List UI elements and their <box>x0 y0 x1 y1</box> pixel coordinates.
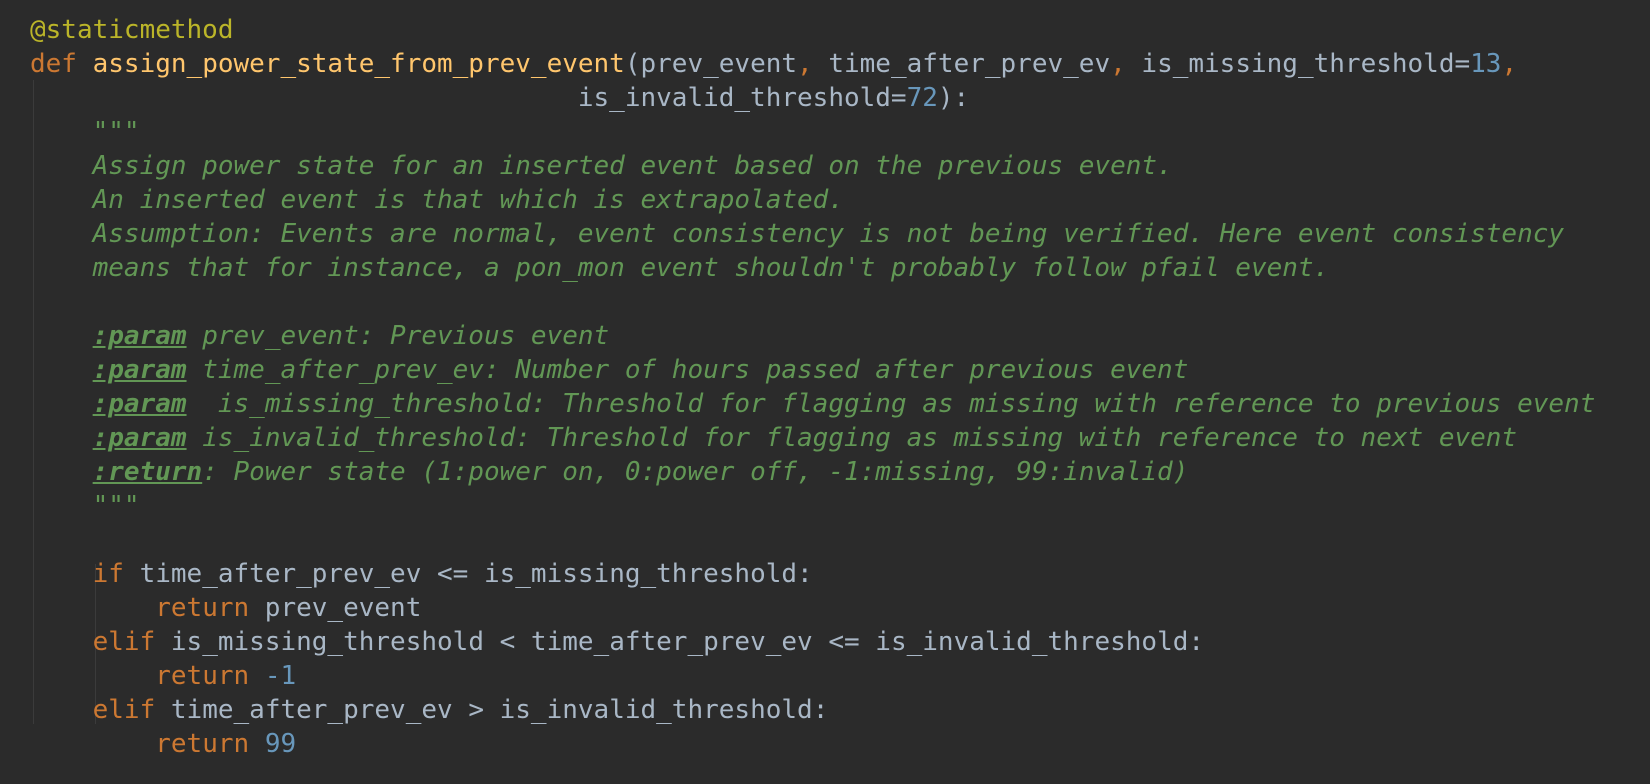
code-line-3: is_invalid_threshold=72): <box>30 81 1595 115</box>
signature-param: is_invalid_threshold= <box>30 83 907 113</box>
elif-keyword: elif <box>92 627 156 657</box>
docstring-text: means that for instance, a pon_mon event… <box>30 253 1330 283</box>
docstring-param-line: :param is_invalid_threshold: Threshold f… <box>30 421 1595 455</box>
decorator: @staticmethod <box>30 15 234 45</box>
docstring-quotes: """ <box>30 491 140 521</box>
return-keyword: return <box>155 729 250 759</box>
docstring-param-tag: :param <box>92 423 187 453</box>
code-editor[interactable]: @staticmethod def assign_power_state_fro… <box>0 0 1650 784</box>
code-line-return: return 99 <box>30 727 1595 761</box>
docstring-param-text: time_after_prev_ev: Number of hours pass… <box>186 355 1189 385</box>
if-condition: time_after_prev_ev <= is_missing_thresho… <box>123 559 813 589</box>
docstring-quotes: """ <box>30 117 140 147</box>
return-number: 99 <box>264 729 297 759</box>
docstring-param-line: :param is_missing_threshold: Threshold f… <box>30 387 1596 421</box>
if-keyword: if <box>92 559 124 589</box>
signature-close: ): <box>937 83 970 113</box>
code-line-return: return prev_event <box>30 591 1595 625</box>
docstring-param-tag: :param <box>92 321 187 351</box>
signature-comma: , <box>797 49 813 79</box>
return-keyword: return <box>155 661 250 691</box>
docstring-close: """ <box>30 489 1595 523</box>
code-line-2: def assign_power_state_from_prev_event(p… <box>30 47 1595 81</box>
docstring-param-line: :param prev_event: Previous event <box>30 319 1595 353</box>
def-keyword: def <box>30 49 77 79</box>
docstring-param-line: :param time_after_prev_ev: Number of hou… <box>30 353 1595 387</box>
docstring-param-text: is_invalid_threshold: Threshold for flag… <box>186 423 1518 453</box>
code-line-elif: elif time_after_prev_ev > is_invalid_thr… <box>30 693 1595 727</box>
signature-comma: , <box>1110 49 1126 79</box>
code-line-1: @staticmethod <box>30 13 1595 47</box>
code-area[interactable]: @staticmethod def assign_power_state_fro… <box>30 13 1595 761</box>
param-default-number: 13 <box>1470 49 1502 79</box>
docstring-line: Assign power state for an inserted event… <box>30 149 1595 183</box>
docstring-return-text: : Power state (1:power on, 0:power off, … <box>202 457 1189 487</box>
elif-condition: is_missing_threshold < time_after_prev_e… <box>155 627 1205 657</box>
docstring-text: Assign power state for an inserted event… <box>30 151 1173 181</box>
docstring-param-text: is_missing_threshold: Threshold for flag… <box>186 389 1596 419</box>
param-default-number: 72 <box>906 83 938 113</box>
signature-param: time_after_prev_ev <box>812 49 1111 79</box>
return-number: -1 <box>264 661 297 691</box>
signature-comma: , <box>1501 49 1518 79</box>
elif-keyword: elif <box>92 695 156 725</box>
docstring-line: means that for instance, a pon_mon event… <box>30 251 1595 285</box>
signature-param: is_missing_threshold= <box>1125 49 1471 79</box>
elif-condition: time_after_prev_ev > is_invalid_threshol… <box>155 695 829 725</box>
function-name: assign_power_state_from_prev_event <box>92 49 625 79</box>
signature-open: (prev_event <box>624 49 798 79</box>
docstring-open: """ <box>30 115 1595 149</box>
docstring-param-tag: :param <box>92 389 187 419</box>
docstring-return-tag: :return <box>92 457 203 487</box>
code-line-if: if time_after_prev_ev <= is_missing_thre… <box>30 557 1595 591</box>
docstring-return-line: :return: Power state (1:power on, 0:powe… <box>30 455 1595 489</box>
docstring-param-tag: :param <box>92 355 187 385</box>
docstring-line: Assumption: Events are normal, event con… <box>30 217 1595 251</box>
return-value: prev_event <box>249 593 422 623</box>
docstring-text: An inserted event is that which is extra… <box>30 185 844 215</box>
code-line-elif: elif is_missing_threshold < time_after_p… <box>30 625 1595 659</box>
docstring-text: Assumption: Events are normal, event con… <box>30 219 1565 249</box>
docstring-line: An inserted event is that which is extra… <box>30 183 1595 217</box>
docstring-param-text: prev_event: Previous event <box>186 321 610 351</box>
return-keyword: return <box>155 593 250 623</box>
code-line-return: return -1 <box>30 659 1595 693</box>
